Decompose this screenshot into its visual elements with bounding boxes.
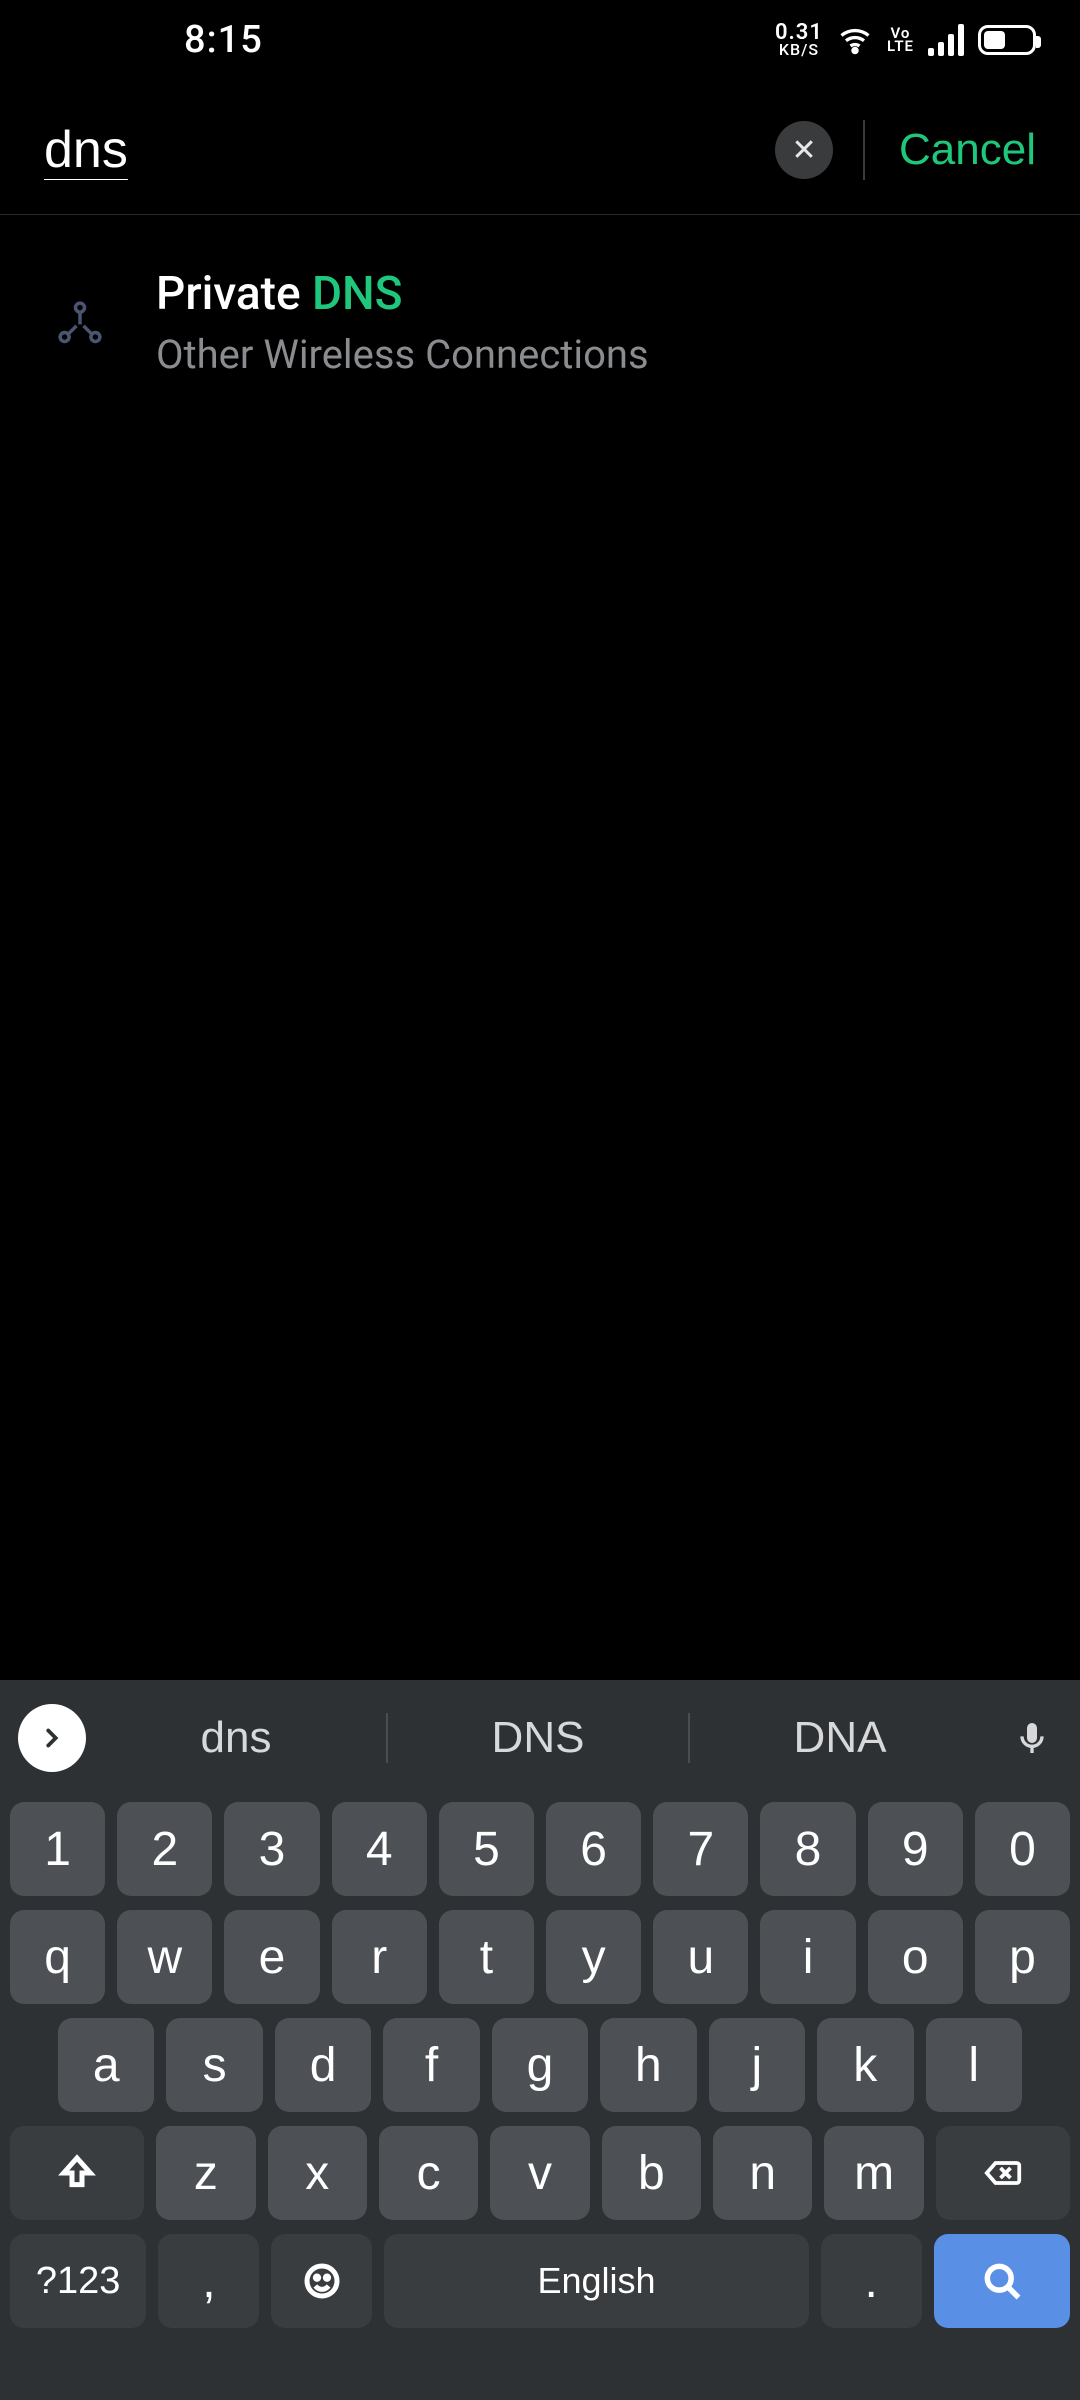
key-f[interactable]: f [383, 2018, 479, 2112]
emoji-key[interactable] [271, 2234, 372, 2328]
key-p[interactable]: p [975, 1910, 1070, 2004]
result-private-dns[interactable]: Private DNS Other Wireless Connections [0, 245, 1080, 400]
key-l[interactable]: l [926, 2018, 1022, 2112]
signal-icon [928, 24, 964, 56]
key-3[interactable]: 3 [224, 1802, 319, 1896]
key-v[interactable]: v [490, 2126, 589, 2220]
key-y[interactable]: y [546, 1910, 641, 2004]
search-icon [980, 2259, 1024, 2303]
key-5[interactable]: 5 [439, 1802, 534, 1896]
mic-button[interactable] [1002, 1718, 1062, 1758]
key-q[interactable]: q [10, 1910, 105, 2004]
key-s[interactable]: s [166, 2018, 262, 2112]
chevron-right-icon [48, 1731, 56, 1746]
key-row-numbers: 1234567890 [10, 1802, 1070, 1896]
key-m[interactable]: m [824, 2126, 923, 2220]
keyboard: dns DNS DNA 1234567890 qwertyuiop asdfgh… [0, 1680, 1080, 2400]
clock: 8:15 [184, 18, 263, 62]
suggestion-2[interactable]: DNS [386, 1713, 688, 1763]
volte-icon: Vo LTE [887, 27, 914, 54]
search-results: Private DNS Other Wireless Connections [0, 215, 1080, 400]
key-e[interactable]: e [224, 1910, 319, 2004]
wifi-icon [837, 22, 873, 58]
key-r[interactable]: r [332, 1910, 427, 2004]
key-9[interactable]: 9 [868, 1802, 963, 1896]
key-6[interactable]: 6 [546, 1802, 641, 1896]
result-subtitle: Other Wireless Connections [156, 331, 649, 378]
emoji-icon [302, 2261, 342, 2301]
period-key[interactable]: . [821, 2234, 922, 2328]
symbols-key[interactable]: ?123 [10, 2234, 146, 2328]
key-8[interactable]: 8 [760, 1802, 855, 1896]
data-rate: 0.31 KB/S [775, 23, 823, 57]
status-bar: 8:15 0.31 KB/S Vo LTE [0, 0, 1080, 80]
comma-key[interactable]: , [158, 2234, 259, 2328]
key-a[interactable]: a [58, 2018, 154, 2112]
key-0[interactable]: 0 [975, 1802, 1070, 1896]
key-g[interactable]: g [492, 2018, 588, 2112]
vertical-separator [863, 120, 865, 180]
backspace-icon [983, 2153, 1023, 2193]
cancel-button[interactable]: Cancel [899, 125, 1036, 175]
suggestion-1[interactable]: dns [86, 1713, 386, 1763]
key-u[interactable]: u [653, 1910, 748, 2004]
search-header: ✕ Cancel [0, 80, 1080, 215]
search-input[interactable] [44, 120, 775, 180]
key-b[interactable]: b [602, 2126, 701, 2220]
key-k[interactable]: k [817, 2018, 913, 2112]
key-j[interactable]: j [709, 2018, 805, 2112]
close-icon: ✕ [791, 133, 816, 168]
key-row-a: asdfghjkl [10, 2018, 1070, 2112]
key-c[interactable]: c [379, 2126, 478, 2220]
shift-key[interactable] [10, 2126, 144, 2220]
space-key[interactable]: English [384, 2234, 808, 2328]
clear-button[interactable]: ✕ [775, 121, 833, 179]
result-title: Private DNS [156, 267, 649, 321]
key-t[interactable]: t [439, 1910, 534, 2004]
key-row-q: qwertyuiop [10, 1910, 1070, 2004]
key-w[interactable]: w [117, 1910, 212, 2004]
key-x[interactable]: x [268, 2126, 367, 2220]
key-4[interactable]: 4 [332, 1802, 427, 1896]
backspace-key[interactable] [936, 2126, 1070, 2220]
key-o[interactable]: o [868, 1910, 963, 2004]
network-icon [44, 287, 116, 359]
shift-icon [57, 2153, 97, 2193]
key-d[interactable]: d [275, 2018, 371, 2112]
expand-button[interactable] [18, 1704, 86, 1772]
key-n[interactable]: n [713, 2126, 812, 2220]
key-1[interactable]: 1 [10, 1802, 105, 1896]
key-h[interactable]: h [600, 2018, 696, 2112]
search-key[interactable] [934, 2234, 1070, 2328]
key-2[interactable]: 2 [117, 1802, 212, 1896]
key-z[interactable]: z [156, 2126, 255, 2220]
suggestion-3[interactable]: DNA [688, 1713, 990, 1763]
key-row-bottom: ?123 , English . [10, 2234, 1070, 2328]
key-row-z: zxcvbnm [10, 2126, 1070, 2220]
key-i[interactable]: i [760, 1910, 855, 2004]
battery-icon [978, 25, 1036, 55]
suggestion-bar: dns DNS DNA [0, 1680, 1080, 1796]
key-7[interactable]: 7 [653, 1802, 748, 1896]
